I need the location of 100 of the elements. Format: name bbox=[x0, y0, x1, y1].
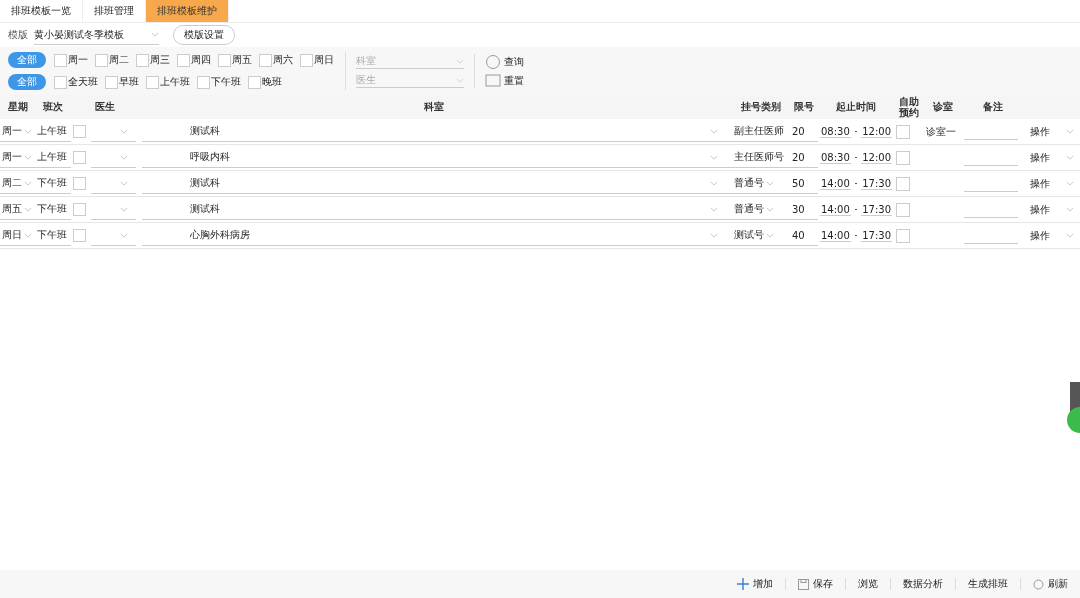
tab[interactable]: 排班模板维护 bbox=[146, 0, 229, 22]
column-header: 科室 bbox=[423, 100, 445, 114]
day-checkbox[interactable]: 周六 bbox=[259, 53, 293, 67]
shift-checkbox[interactable]: 晚班 bbox=[248, 75, 282, 89]
caret-icon bbox=[766, 180, 774, 186]
caret-icon bbox=[710, 232, 718, 238]
caret-icon bbox=[1066, 181, 1074, 186]
row-checkbox[interactable] bbox=[73, 229, 86, 242]
plus-icon bbox=[737, 578, 749, 590]
caret-icon bbox=[120, 128, 128, 134]
caret-icon bbox=[710, 154, 718, 160]
toolbar-button[interactable]: 数据分析 bbox=[903, 577, 943, 591]
caret-icon bbox=[710, 206, 718, 212]
caret-icon bbox=[1066, 207, 1074, 212]
start-time-field[interactable]: 14:00 bbox=[820, 229, 851, 242]
registration-type-select[interactable]: 普通号 bbox=[732, 199, 790, 220]
self-booking-checkbox[interactable] bbox=[896, 176, 910, 191]
start-time-field[interactable]: 14:00 bbox=[820, 203, 851, 216]
caret-icon bbox=[1066, 233, 1074, 238]
caret-icon bbox=[151, 32, 159, 37]
department-select[interactable]: 呼吸内科 bbox=[142, 147, 732, 168]
action-select[interactable]: 操作 bbox=[1024, 226, 1080, 245]
shift-checkbox[interactable]: 上午班 bbox=[146, 75, 190, 89]
limit-field[interactable]: 50 bbox=[790, 173, 818, 194]
tab[interactable]: 排班模板一览 bbox=[0, 0, 83, 22]
toolbar-button[interactable]: 刷新 bbox=[1033, 577, 1068, 591]
room-text: 诊室一 bbox=[926, 124, 956, 139]
start-time-field[interactable]: 14:00 bbox=[820, 177, 851, 190]
shift-checkbox[interactable]: 全天班 bbox=[54, 75, 98, 89]
limit-field[interactable]: 20 bbox=[790, 147, 818, 168]
row-checkbox[interactable] bbox=[73, 125, 86, 138]
start-time-field[interactable]: 08:30 bbox=[820, 151, 851, 164]
reset-button[interactable]: 重置 bbox=[485, 74, 524, 88]
end-time-field[interactable]: 17:30 bbox=[861, 177, 892, 190]
row-checkbox[interactable] bbox=[73, 151, 86, 164]
weekday-select[interactable]: 周一 bbox=[0, 121, 35, 142]
toolbar-button[interactable]: 增加 bbox=[737, 577, 773, 591]
caret-icon bbox=[24, 206, 32, 212]
shift-checkbox[interactable]: 下午班 bbox=[197, 75, 241, 89]
caret-icon bbox=[24, 180, 32, 186]
end-time-field[interactable]: 17:30 bbox=[861, 203, 892, 216]
self-booking-checkbox[interactable] bbox=[896, 202, 910, 217]
day-checkbox[interactable]: 周五 bbox=[218, 53, 252, 67]
caret-icon bbox=[24, 128, 32, 134]
square-icon bbox=[485, 74, 501, 88]
row-checkbox[interactable] bbox=[73, 203, 86, 216]
self-booking-checkbox[interactable] bbox=[896, 228, 910, 243]
day-checkbox[interactable]: 周三 bbox=[136, 53, 170, 67]
caret-icon bbox=[120, 206, 128, 212]
action-select[interactable]: 操作 bbox=[1024, 200, 1080, 219]
weekday-select[interactable]: 周五 bbox=[0, 199, 35, 220]
template-select[interactable]: 黄小晏测试冬季模板 bbox=[34, 25, 159, 45]
registration-type-select[interactable]: 副主任医师 bbox=[732, 121, 790, 142]
caret-icon bbox=[24, 232, 32, 238]
department-select[interactable]: 测试科 bbox=[142, 199, 732, 220]
weekday-select[interactable]: 周日 bbox=[0, 225, 35, 246]
shift-checkbox[interactable]: 早班 bbox=[105, 75, 139, 89]
shift-field[interactable]: 下午班 bbox=[35, 173, 71, 194]
toolbar-button[interactable]: 保存 bbox=[798, 577, 833, 591]
caret-icon bbox=[456, 77, 464, 83]
weekday-select[interactable]: 周二 bbox=[0, 173, 35, 194]
caret-icon bbox=[766, 206, 774, 212]
action-select[interactable]: 操作 bbox=[1024, 122, 1080, 141]
day-checkbox[interactable]: 周四 bbox=[177, 53, 211, 67]
end-time-field[interactable]: 12:00 bbox=[861, 125, 892, 138]
day-checkbox[interactable]: 周一 bbox=[54, 53, 88, 67]
column-header: 医生 bbox=[94, 100, 116, 114]
toolbar-button[interactable]: 生成排班 bbox=[968, 577, 1008, 591]
column-header: 诊室 bbox=[932, 100, 954, 114]
registration-type-select[interactable]: 测试号 bbox=[732, 225, 790, 246]
column-header: 限号 bbox=[793, 100, 815, 114]
action-select[interactable]: 操作 bbox=[1024, 148, 1080, 167]
limit-field[interactable]: 40 bbox=[790, 225, 818, 246]
column-header: 星期 bbox=[6, 100, 29, 114]
caret-icon bbox=[120, 180, 128, 186]
shift-field[interactable]: 上午班 bbox=[35, 121, 71, 142]
shift-field[interactable]: 下午班 bbox=[35, 225, 71, 246]
toolbar-button[interactable]: 浏览 bbox=[858, 577, 878, 591]
registration-type-select[interactable]: 普通号 bbox=[732, 173, 790, 194]
self-booking-checkbox[interactable] bbox=[896, 150, 910, 165]
department-select[interactable]: 心胸外科病房 bbox=[142, 225, 732, 246]
action-select[interactable]: 操作 bbox=[1024, 174, 1080, 193]
self-booking-checkbox[interactable] bbox=[896, 124, 910, 139]
start-time-field[interactable]: 08:30 bbox=[820, 125, 851, 138]
day-checkbox[interactable]: 周日 bbox=[300, 53, 334, 67]
registration-type-select[interactable]: 主任医师号 bbox=[732, 147, 790, 168]
caret-icon bbox=[120, 154, 128, 160]
day-checkbox[interactable]: 周二 bbox=[95, 53, 129, 67]
end-time-field[interactable]: 12:00 bbox=[861, 151, 892, 164]
weekday-select[interactable]: 周一 bbox=[0, 147, 35, 168]
limit-field[interactable]: 20 bbox=[790, 121, 818, 142]
shift-field[interactable]: 下午班 bbox=[35, 199, 71, 220]
shift-field[interactable]: 上午班 bbox=[35, 147, 71, 168]
limit-field[interactable]: 30 bbox=[790, 199, 818, 220]
column-header: 起止时间 bbox=[835, 100, 877, 114]
department-select[interactable]: 测试科 bbox=[142, 173, 732, 194]
query-button[interactable]: 查询 bbox=[485, 54, 524, 70]
end-time-field[interactable]: 17:30 bbox=[861, 229, 892, 242]
department-select[interactable]: 测试科 bbox=[142, 121, 732, 142]
row-checkbox[interactable] bbox=[73, 177, 86, 190]
